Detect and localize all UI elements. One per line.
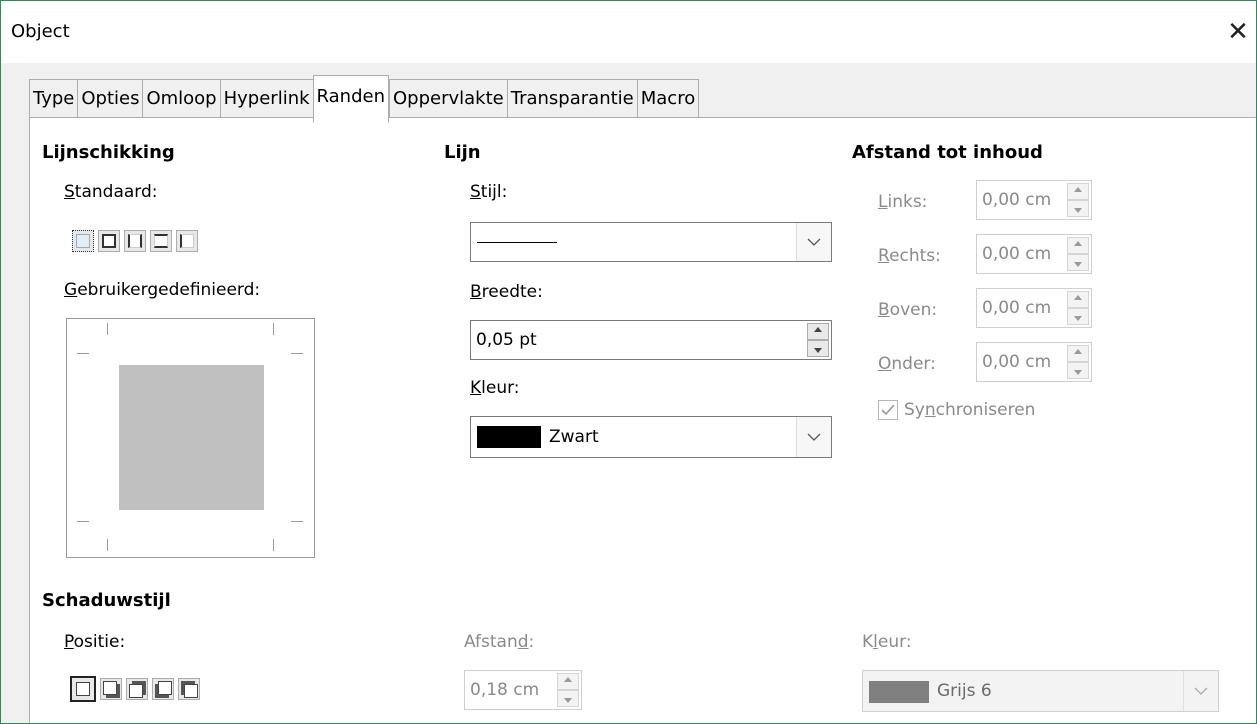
shadow-color-swatch <box>869 681 929 703</box>
tab-randen[interactable]: Randen <box>312 75 389 123</box>
spin-down-icon[interactable] <box>1067 200 1089 217</box>
padding-bottom-spin[interactable]: 0,00 cm <box>976 342 1092 382</box>
line-arrangement-heading: Lijnschikking <box>42 142 175 163</box>
style-label: Stijl: <box>470 182 508 202</box>
spin-down-icon[interactable] <box>1067 254 1089 271</box>
shadow-bottom-left[interactable] <box>152 678 174 700</box>
spin-up-icon[interactable] <box>1067 183 1089 200</box>
shadow-distance-label: Afstand: <box>464 632 535 652</box>
tab-opties[interactable]: Opties <box>77 79 143 119</box>
sync-label: Synchroniseren <box>904 400 1036 420</box>
check-icon <box>881 404 895 416</box>
chevron-down-icon[interactable] <box>796 223 831 261</box>
padding-top-label: Boven: <box>878 300 938 320</box>
borders-panel: Lijnschikking Standaard: Gebruikergedefi… <box>29 117 1256 723</box>
padding-right-label: Rechts: <box>878 246 941 266</box>
shadow-top-left[interactable] <box>178 678 200 700</box>
shadow-color-label: Kleur: <box>862 632 912 652</box>
tab-omloop[interactable]: Omloop <box>142 79 220 119</box>
width-label: Breedte: <box>470 282 543 302</box>
color-label: Kleur: <box>470 378 520 398</box>
shadow-color-select[interactable]: Grijs 6 <box>862 670 1219 712</box>
spin-down-icon[interactable] <box>1067 362 1089 379</box>
padding-right-spin[interactable]: 0,00 cm <box>976 234 1092 274</box>
spin-up-icon[interactable] <box>1067 237 1089 254</box>
line-heading: Lijn <box>444 142 481 163</box>
shadow-bottom-right[interactable] <box>100 678 122 700</box>
line-style-preview <box>477 242 557 243</box>
preset-outer[interactable] <box>98 230 120 252</box>
shadow-none[interactable] <box>70 676 96 702</box>
tab-bar: Type Opties Omloop Hyperlink Randen Oppe… <box>29 75 700 123</box>
preset-left-right[interactable] <box>124 230 146 252</box>
shadow-heading: Schaduwstijl <box>42 590 171 611</box>
tab-hyperlink[interactable]: Hyperlink <box>219 79 313 119</box>
shadow-distance-spin[interactable]: 0,18 cm <box>464 670 582 710</box>
shadow-distance-value: 0,18 cm <box>470 680 540 700</box>
preset-top-bottom[interactable] <box>150 230 172 252</box>
padding-top-spin[interactable]: 0,00 cm <box>976 288 1092 328</box>
line-width-value: 0,05 pt <box>476 330 537 350</box>
close-icon[interactable]: ✕ <box>1223 17 1253 47</box>
padding-bottom-value: 0,00 cm <box>982 352 1052 372</box>
chevron-down-icon[interactable] <box>796 417 831 457</box>
line-color-swatch <box>477 426 541 448</box>
padding-bottom-label: Onder: <box>878 354 936 374</box>
chevron-down-icon[interactable] <box>1183 671 1218 711</box>
tab-oppervlakte[interactable]: Oppervlakte <box>389 79 507 119</box>
preset-none[interactable] <box>72 230 94 252</box>
padding-heading: Afstand tot inhoud <box>852 142 1043 163</box>
shadow-top-right[interactable] <box>126 678 148 700</box>
tab-macro[interactable]: Macro <box>636 79 700 119</box>
padding-top-value: 0,00 cm <box>982 298 1052 318</box>
line-style-select[interactable] <box>470 222 832 262</box>
shadow-color-value: Grijs 6 <box>937 681 992 701</box>
padding-left-spin[interactable]: 0,00 cm <box>976 180 1092 220</box>
preset-left[interactable] <box>176 230 198 252</box>
tab-transparantie[interactable]: Transparantie <box>506 79 637 119</box>
spin-down-icon[interactable] <box>557 690 579 707</box>
line-color-value: Zwart <box>549 427 599 447</box>
padding-right-value: 0,00 cm <box>982 244 1052 264</box>
spin-down-icon[interactable] <box>807 340 829 357</box>
spin-up-icon[interactable] <box>807 323 829 340</box>
shadow-position-label: Positie: <box>64 632 126 652</box>
preview-content-box <box>119 365 264 510</box>
line-color-select[interactable]: Zwart <box>470 416 832 458</box>
spin-up-icon[interactable] <box>557 673 579 690</box>
object-dialog: Object ✕ Type Opties Omloop Hyperlink Ra… <box>0 0 1257 724</box>
padding-left-label: Links: <box>878 192 928 212</box>
line-width-spin[interactable]: 0,05 pt <box>470 320 832 360</box>
dialog-title: Object <box>11 21 70 42</box>
border-preview[interactable] <box>66 318 315 558</box>
spin-up-icon[interactable] <box>1067 291 1089 308</box>
spin-down-icon[interactable] <box>1067 308 1089 325</box>
custom-label: Gebruikergedefinieerd: <box>64 280 261 300</box>
default-label: Standaard: <box>64 182 158 202</box>
tab-type[interactable]: Type <box>29 79 78 119</box>
sync-checkbox[interactable] <box>878 400 898 420</box>
title-bar: Object ✕ <box>1 1 1256 63</box>
padding-left-value: 0,00 cm <box>982 190 1052 210</box>
spin-up-icon[interactable] <box>1067 345 1089 362</box>
